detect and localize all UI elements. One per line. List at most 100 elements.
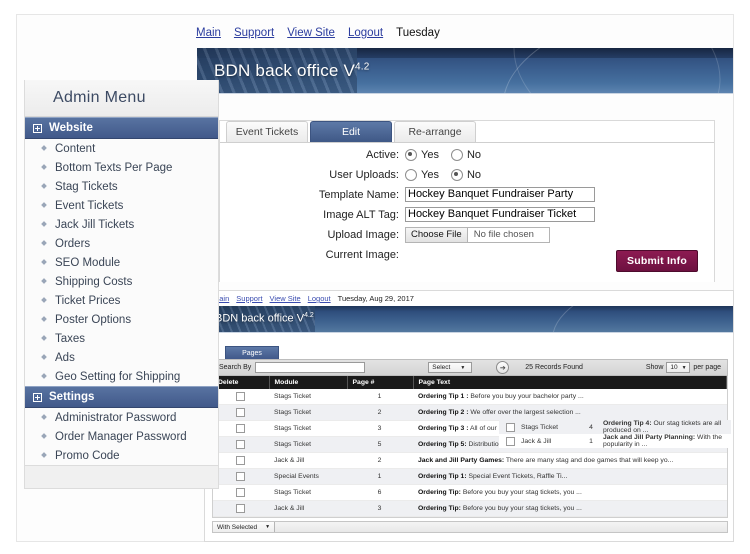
tab-re-arrange[interactable]: Re-arrange bbox=[394, 121, 476, 142]
table-row[interactable]: Jack & Jill 3 Ordering Tip: Before you buy… bbox=[213, 500, 727, 517]
sidebar-item-label: Poster Options bbox=[55, 313, 132, 326]
sidebar-item-label: Promo Code bbox=[55, 449, 120, 462]
active-yes-radio[interactable] bbox=[405, 148, 417, 161]
lower-nav-link-logout[interactable]: Logout bbox=[308, 294, 331, 303]
row-delete-cell bbox=[213, 436, 269, 453]
row-module-cell: Special Events bbox=[269, 468, 347, 485]
app-banner: BDN back office V4.2 bbox=[197, 48, 733, 94]
sidebar-item-seo-module[interactable]: SEO Module bbox=[25, 253, 218, 272]
sidebar-item-jack-jill-tickets[interactable]: Jack Jill Tickets bbox=[25, 215, 218, 234]
row-delete-checkbox[interactable] bbox=[236, 472, 245, 481]
row-tip-text: Before you buy your stag tickets, you ..… bbox=[460, 489, 582, 496]
row-module-cell: Jack & Jill bbox=[269, 452, 347, 469]
sidebar-item-event-tickets[interactable]: Event Tickets bbox=[25, 196, 218, 215]
sidebar-item-content[interactable]: Content bbox=[25, 139, 218, 158]
sidebar-item-label: Administrator Password bbox=[55, 411, 177, 424]
file-upload-control[interactable]: Choose File No file chosen bbox=[405, 226, 550, 243]
nav-link-logout[interactable]: Logout bbox=[348, 27, 383, 39]
row-module-cell: Stags Ticket bbox=[269, 436, 347, 453]
sidebar-item-label: Event Tickets bbox=[55, 199, 124, 212]
bullet-diamond-icon bbox=[41, 316, 47, 322]
sidebar-group-website[interactable]: Website bbox=[25, 117, 218, 139]
table-row[interactable]: Stags Ticket 6 Ordering Tip: Before you bu… bbox=[213, 484, 727, 501]
lower-app-banner: BDN back office V4.2 bbox=[205, 306, 733, 333]
active-no-radio[interactable] bbox=[450, 148, 463, 161]
row-module-cell: Stags Ticket bbox=[269, 404, 347, 421]
sidebar-group-settings[interactable]: Settings bbox=[25, 386, 218, 408]
sidebar-item-order-manager-password[interactable]: Order Manager Password bbox=[25, 427, 218, 446]
sidebar-item-orders[interactable]: Orders bbox=[25, 234, 218, 253]
table-row[interactable]: Stags Ticket 1 Ordering Tip 1 : Before you… bbox=[213, 389, 727, 405]
user-uploads-no-radio[interactable] bbox=[450, 168, 463, 181]
row-tip-text: Distribution of your bbox=[466, 441, 526, 448]
form-row-active: Active: Yes No bbox=[220, 146, 714, 163]
user-uploads-no-label: No bbox=[466, 168, 482, 181]
row-delete-checkbox[interactable] bbox=[236, 392, 245, 401]
sidebar-item-shipping-costs[interactable]: Shipping Costs bbox=[25, 272, 218, 291]
column-page-number: Page # bbox=[347, 376, 414, 389]
with-selected-select[interactable]: With Selected ▼ bbox=[213, 522, 276, 532]
sidebar-item-ticket-prices[interactable]: Ticket Prices bbox=[25, 291, 218, 310]
form-row-upload-image: Upload Image: Choose File No file chosen bbox=[220, 226, 714, 243]
tab-event-tickets[interactable]: Event Tickets bbox=[226, 121, 308, 142]
row-page-number-cell: 1 bbox=[347, 468, 413, 485]
row-page-number-cell: 1 bbox=[347, 389, 413, 405]
chevron-down-icon: ▼ bbox=[460, 364, 466, 371]
sidebar-item-ads[interactable]: Ads bbox=[25, 348, 218, 367]
sidebar-item-taxes[interactable]: Taxes bbox=[25, 329, 218, 348]
row-delete-cell bbox=[213, 389, 269, 405]
bullet-diamond-icon bbox=[41, 202, 47, 208]
sidebar-item-administrator-password[interactable]: Administrator Password bbox=[25, 408, 218, 427]
table-row[interactable]: Special Events 1 Ordering Tip 1: Special E… bbox=[213, 468, 727, 485]
choose-file-button[interactable]: Choose File bbox=[406, 227, 468, 242]
with-selected-bar: With Selected ▼ bbox=[212, 521, 728, 533]
row-delete-cell bbox=[213, 452, 269, 469]
row-module-cell: Stags Ticket bbox=[269, 420, 347, 437]
table-row[interactable]: Stags Ticket 3 Ordering Tip 3 : All of our bbox=[213, 420, 727, 437]
sidebar-item-label: Ads bbox=[55, 351, 75, 364]
pages-grid-wrapper: Delete Module Page # Page Text Stags Tic… bbox=[212, 376, 731, 518]
lower-nav-link-support[interactable]: Support bbox=[236, 294, 262, 303]
submit-info-button[interactable]: Submit Info bbox=[616, 250, 698, 272]
tab-edit[interactable]: Edit bbox=[310, 121, 392, 142]
image-alt-tag-input[interactable] bbox=[405, 207, 595, 222]
lower-nav-link-view-site[interactable]: View Site bbox=[270, 294, 301, 303]
table-row[interactable]: Stags Ticket 5 Ordering Tip 5: Distributio… bbox=[213, 436, 727, 453]
banner-title-text: BDN back office V bbox=[214, 61, 356, 80]
sidebar-item-geo-setting-for-shipping[interactable]: Geo Setting for Shipping bbox=[25, 367, 218, 386]
row-delete-checkbox[interactable] bbox=[236, 456, 245, 465]
user-uploads-yes-radio[interactable] bbox=[405, 168, 417, 181]
table-row[interactable]: Stags Ticket 2 Ordering Tip 2 : We offer o… bbox=[213, 404, 727, 421]
module-filter-select[interactable]: Select ▼ bbox=[428, 362, 473, 373]
bullet-diamond-icon bbox=[41, 145, 47, 151]
per-page-select[interactable]: 10 ▼ bbox=[666, 362, 691, 373]
top-navigation: Main Support View Site Logout Tuesday bbox=[196, 22, 736, 44]
arrow-right-icon[interactable]: ➔ bbox=[496, 361, 510, 374]
sidebar-item-promo-code[interactable]: Promo Code bbox=[25, 446, 218, 465]
sidebar-item-poster-options[interactable]: Poster Options bbox=[25, 310, 218, 329]
row-page-text-cell: Ordering Tip 1: Special Event Tickets, R… bbox=[413, 468, 727, 485]
sidebar-item-stag-tickets[interactable]: Stag Tickets bbox=[25, 177, 218, 196]
row-delete-checkbox[interactable] bbox=[236, 504, 245, 513]
table-row[interactable]: Jack & Jill 2 Jack and Jill Party Games: T… bbox=[213, 452, 727, 469]
bullet-diamond-icon bbox=[41, 297, 47, 303]
nav-link-main[interactable]: Main bbox=[196, 27, 221, 39]
search-input[interactable] bbox=[255, 362, 366, 373]
nav-link-view-site[interactable]: View Site bbox=[287, 27, 335, 39]
file-status-text: No file chosen bbox=[473, 229, 534, 240]
with-selected-label: With Selected bbox=[217, 523, 258, 531]
tab-pages[interactable]: Pages bbox=[225, 346, 279, 359]
nav-link-support[interactable]: Support bbox=[234, 27, 274, 39]
row-delete-checkbox[interactable] bbox=[236, 440, 245, 449]
template-name-input[interactable] bbox=[405, 187, 595, 202]
active-yes-label: Yes bbox=[421, 148, 439, 161]
pages-body: Pages Search By Select ▼ ➔ 25 Records Fo… bbox=[212, 346, 731, 541]
row-page-text-cell: Ordering Tip 3 : All of our bbox=[413, 420, 727, 437]
row-delete-checkbox[interactable] bbox=[236, 408, 245, 417]
row-page-number-cell: 5 bbox=[347, 436, 413, 453]
sidebar-item-bottom-texts-per-page[interactable]: Bottom Texts Per Page bbox=[25, 158, 218, 177]
expand-plus-icon bbox=[33, 392, 42, 402]
pages-table-head: Delete Module Page # Page Text bbox=[213, 376, 727, 389]
row-delete-checkbox[interactable] bbox=[236, 488, 245, 497]
row-delete-checkbox[interactable] bbox=[236, 424, 245, 433]
